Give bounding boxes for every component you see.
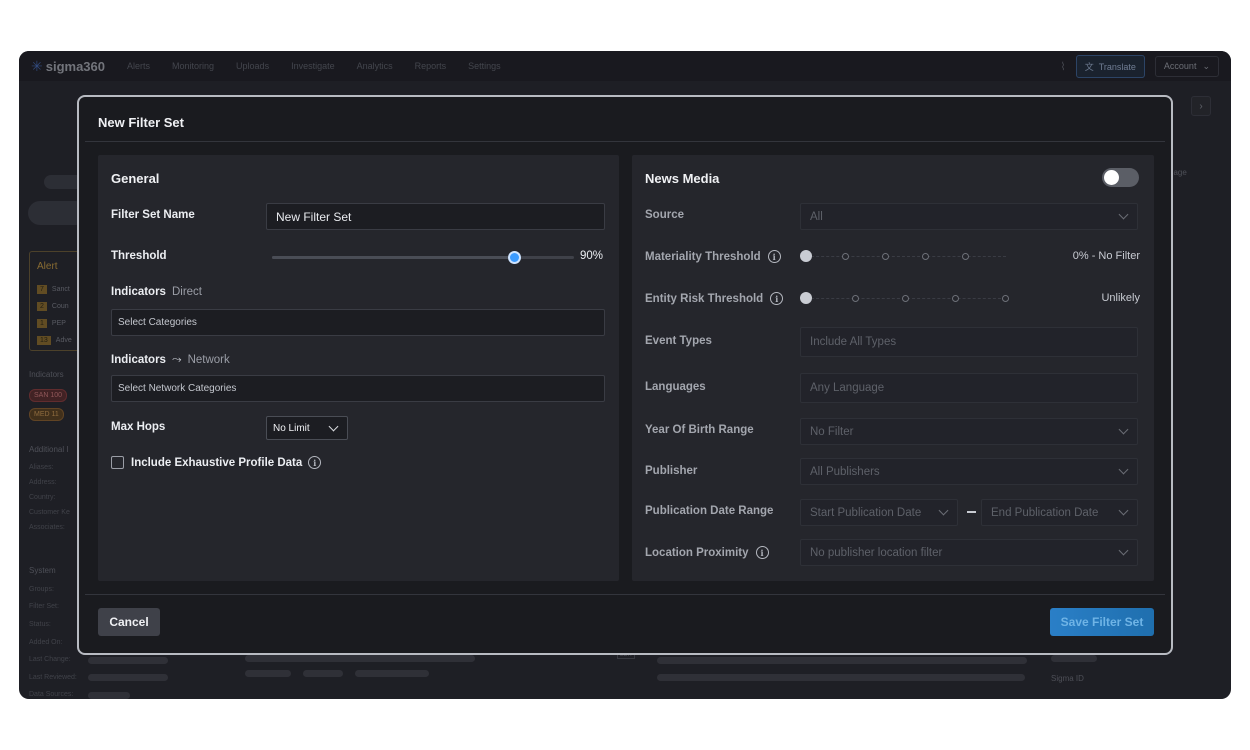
network-label: Network <box>187 353 230 366</box>
indicators-network-label: Indicators ⤳ Network <box>111 352 230 367</box>
languages-select[interactable]: Any Language <box>800 373 1138 403</box>
new-filter-set-modal: New Filter Set General Filter Set Name N… <box>77 95 1173 655</box>
end-publication-date-select[interactable]: End Publication Date <box>981 499 1138 526</box>
materiality-value: 0% - No Filter <box>1072 250 1140 262</box>
cancel-button[interactable]: Cancel <box>98 608 160 636</box>
modal-title: New Filter Set <box>98 115 184 130</box>
slider-step[interactable] <box>842 253 849 260</box>
slider-step[interactable] <box>1002 295 1009 302</box>
publisher-value: All Publishers <box>810 465 880 478</box>
indicators-label: Indicators <box>111 286 166 298</box>
filter-set-name-label: Filter Set Name <box>111 209 195 221</box>
modal-header: New Filter Set <box>85 100 1165 142</box>
news-media-panel: News Media Source All Materiality Thresh… <box>632 155 1154 581</box>
filter-set-name-input[interactable]: New Filter Set <box>266 203 605 230</box>
exhaustive-profile-label: Include Exhaustive Profile Data <box>131 456 303 469</box>
max-hops-value: No Limit <box>273 422 310 434</box>
start-publication-date-select[interactable]: Start Publication Date <box>800 499 958 526</box>
network-categories-select[interactable]: Select Network Categories <box>111 375 605 402</box>
threshold-label: Threshold <box>111 250 167 262</box>
news-media-toggle[interactable] <box>1102 168 1139 187</box>
exhaustive-profile-row: Include Exhaustive Profile Data i <box>131 456 322 469</box>
yob-range-select[interactable]: No Filter <box>800 418 1138 445</box>
threshold-slider[interactable] <box>272 251 574 264</box>
languages-placeholder: Any Language <box>810 382 885 394</box>
network-icon: ⤳ <box>171 352 182 366</box>
slider-handle[interactable] <box>800 250 812 262</box>
indicators-label: Indicators <box>111 353 166 366</box>
chevron-down-icon <box>328 421 339 432</box>
slider-step[interactable] <box>922 253 929 260</box>
yob-range-value: No Filter <box>810 425 854 438</box>
chevron-down-icon <box>1118 209 1129 220</box>
publisher-select[interactable]: All Publishers <box>800 458 1138 485</box>
modal-footer-divider <box>85 594 1165 595</box>
info-icon[interactable]: i <box>308 456 322 469</box>
max-hops-label: Max Hops <box>111 421 166 433</box>
source-select[interactable]: All <box>800 203 1138 230</box>
indicators-direct-label: Indicators Direct <box>111 286 202 298</box>
slider-step[interactable] <box>962 253 969 260</box>
slider-step[interactable] <box>852 295 859 302</box>
chevron-down-icon <box>1118 505 1129 516</box>
slider-step[interactable] <box>952 295 959 302</box>
location-proximity-value: No publisher location filter <box>810 546 943 559</box>
info-icon[interactable]: i <box>770 292 784 305</box>
chevron-down-icon <box>1118 424 1129 435</box>
general-panel: General Filter Set Name New Filter Set T… <box>98 155 619 581</box>
direct-categories-placeholder: Select Categories <box>118 317 197 328</box>
exhaustive-profile-checkbox[interactable] <box>111 456 124 469</box>
max-hops-select[interactable]: No Limit <box>266 416 348 440</box>
news-media-title: News Media <box>645 171 720 186</box>
end-date-placeholder: End Publication Date <box>991 506 1099 519</box>
chevron-down-icon <box>1118 464 1129 475</box>
threshold-value: 90% <box>580 250 604 262</box>
filter-set-name-value: New Filter Set <box>276 209 352 224</box>
network-categories-placeholder: Select Network Categories <box>118 383 237 394</box>
entity-risk-label: Entity Risk Threshold <box>645 292 764 305</box>
threshold-slider-fill <box>272 256 514 259</box>
yob-range-label: Year Of Birth Range <box>645 424 754 436</box>
slider-handle[interactable] <box>800 292 812 304</box>
slider-track <box>806 256 1006 257</box>
languages-label: Languages <box>645 381 706 393</box>
materiality-slider[interactable] <box>800 250 1012 264</box>
event-types-select[interactable]: Include All Types <box>800 327 1138 357</box>
publisher-label: Publisher <box>645 465 698 477</box>
save-filter-set-button[interactable]: Save Filter Set <box>1050 608 1154 636</box>
entity-risk-row: Entity Risk Threshold i <box>645 292 784 305</box>
pub-date-range-label: Publication Date Range <box>645 505 774 517</box>
chevron-down-icon <box>938 505 949 516</box>
entity-risk-slider[interactable] <box>800 292 1012 306</box>
entity-risk-value: Unlikely <box>1101 292 1140 304</box>
threshold-slider-handle[interactable] <box>507 251 521 264</box>
event-types-label: Event Types <box>645 335 712 347</box>
general-title: General <box>111 171 160 186</box>
source-label: Source <box>645 209 684 221</box>
toggle-knob <box>1104 170 1119 185</box>
location-proximity-row: Location Proximity i <box>645 546 769 559</box>
date-range-separator <box>967 511 976 513</box>
materiality-row: Materiality Threshold i <box>645 250 781 263</box>
source-value: All <box>810 210 823 223</box>
info-icon[interactable]: i <box>767 250 781 263</box>
location-proximity-label: Location Proximity <box>645 546 749 559</box>
chevron-down-icon <box>1118 545 1129 556</box>
event-types-placeholder: Include All Types <box>810 336 897 348</box>
materiality-label: Materiality Threshold <box>645 250 761 263</box>
slider-step[interactable] <box>882 253 889 260</box>
location-proximity-select[interactable]: No publisher location filter <box>800 539 1138 566</box>
direct-label: Direct <box>171 286 202 298</box>
slider-step[interactable] <box>902 295 909 302</box>
direct-categories-select[interactable]: Select Categories <box>111 309 605 336</box>
info-icon[interactable]: i <box>755 546 769 559</box>
start-date-placeholder: Start Publication Date <box>810 506 922 519</box>
